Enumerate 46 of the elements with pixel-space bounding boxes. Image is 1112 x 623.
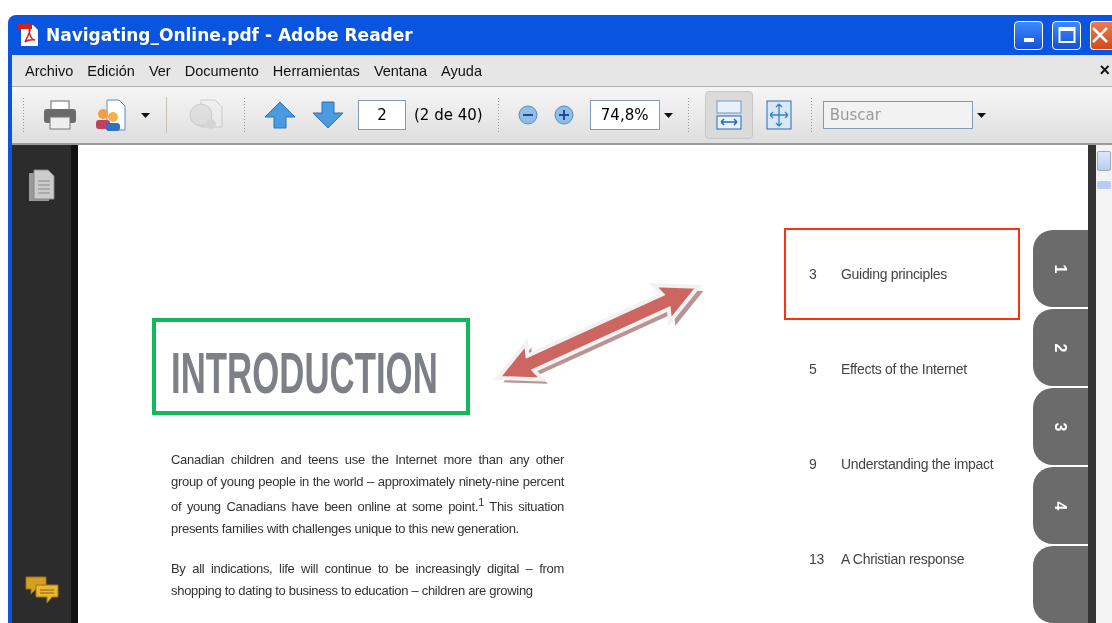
menu-item[interactable]: Ventana	[366, 62, 435, 79]
close-icon	[1091, 26, 1109, 44]
contents-entry: Effects of the Internet	[841, 361, 967, 377]
minimize-icon	[1023, 38, 1034, 42]
comments-icon[interactable]	[23, 575, 60, 605]
maximize-button[interactable]	[1052, 20, 1081, 50]
scroll-thumb[interactable]	[1097, 181, 1111, 189]
close-button[interactable]	[1090, 20, 1112, 50]
contents-page-number: 13	[808, 551, 825, 567]
pdf-file-icon	[18, 23, 40, 47]
maximize-icon	[1057, 26, 1076, 44]
down-arrow-icon	[312, 100, 344, 130]
page-number-field[interactable]: 2	[358, 100, 406, 130]
people-document-icon	[93, 98, 129, 132]
zoom-out-icon	[517, 105, 538, 125]
zoom-in-icon	[553, 105, 574, 125]
contents-page-number: 3	[808, 266, 818, 282]
menu-item[interactable]: Edición	[80, 62, 142, 79]
menu-item[interactable]: Herramientas	[265, 62, 367, 79]
fit-width-icon	[715, 100, 742, 130]
contents-entry: Understanding the impact	[841, 456, 994, 472]
caret-icon[interactable]	[663, 112, 673, 118]
body-paragraph: By all indications, life will continue to be increasingly digital – from shopping to dating to business to education – children are growing	[171, 560, 564, 600]
contents-page-number: 9	[808, 456, 818, 472]
zoom-field[interactable]: 74,8%	[589, 100, 660, 130]
contents-entry: A Christian response	[841, 551, 965, 567]
menu-item[interactable]: Ayuda	[434, 62, 489, 79]
page-count: (2 de 40)	[414, 106, 483, 124]
menu-item[interactable]: Documento	[177, 62, 266, 79]
minimize-button[interactable]	[1014, 20, 1043, 50]
menu-item[interactable]: Archivo	[18, 62, 81, 79]
search-field[interactable]: Buscar	[822, 101, 973, 129]
close-document-button[interactable]: ×	[1092, 60, 1112, 81]
contents-entry: Guiding principles	[841, 266, 947, 282]
up-arrow-icon	[264, 100, 296, 130]
caret-icon[interactable]	[976, 112, 986, 118]
contents-page-number: 5	[808, 361, 818, 377]
pages-icon[interactable]	[27, 169, 56, 203]
fit-page-icon	[765, 100, 792, 130]
globe-document-icon	[187, 98, 225, 132]
menu-item[interactable]: Ver	[141, 62, 178, 79]
body-paragraph: Canadian children and teens use the Internet more than any other group of young people in the world – approximately ninety-nine percent of young Canadians have been online at some point.$^{1}$ This situation presents families with challenges unique to this new generation.	[171, 451, 564, 538]
window-title: Navigating_Online.pdf - Adobe Reader	[46, 25, 413, 45]
page-heading: INTRODUCTION	[171, 344, 438, 402]
caret-icon[interactable]	[141, 112, 150, 118]
printer-icon	[43, 100, 77, 130]
